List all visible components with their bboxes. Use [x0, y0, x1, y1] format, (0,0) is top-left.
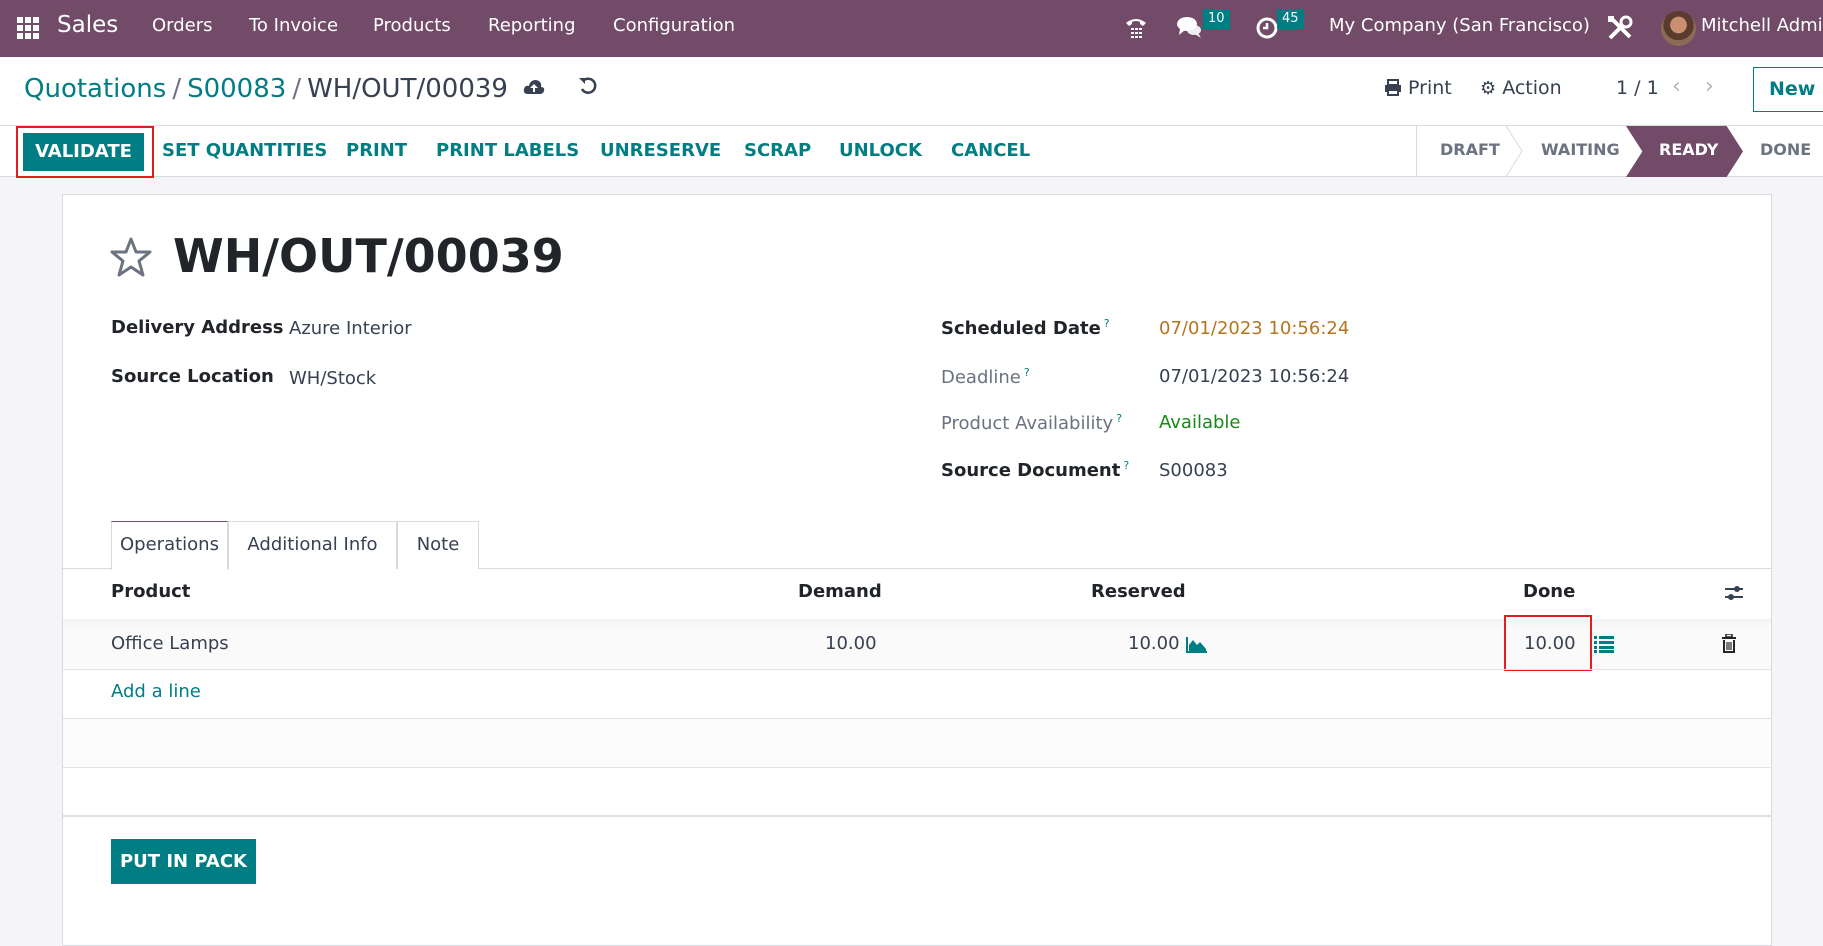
help-tooltip-icon[interactable]: ? [1116, 412, 1122, 425]
highlight-box [16, 126, 154, 178]
action-menu[interactable]: ⚙ Action [1480, 77, 1562, 99]
source-document-label-text: Source Document [941, 460, 1121, 481]
scrap-button[interactable]: SCRAP [744, 140, 811, 161]
help-tooltip-icon[interactable]: ? [1024, 366, 1030, 379]
menu-products[interactable]: Products [373, 15, 451, 36]
deadline-label-text: Deadline [941, 367, 1021, 388]
user-menu[interactable]: Mitchell Admi [1701, 15, 1823, 36]
gear-icon: ⚙ [1480, 78, 1497, 99]
breadcrumb-sale-order[interactable]: S00083 [187, 74, 286, 104]
help-tooltip-icon[interactable]: ? [1104, 317, 1110, 330]
print-menu[interactable]: Print [1384, 77, 1452, 99]
tab-note[interactable]: Note [397, 521, 479, 569]
breadcrumb-separator: / [292, 74, 302, 104]
pager-value[interactable]: 1 / 1 [1616, 77, 1659, 99]
form-statusbar: VALIDATE SET QUANTITIES PRINT PRINT LABE… [0, 125, 1823, 178]
app-name[interactable]: Sales [57, 12, 118, 38]
print-labels-button[interactable]: PRINT LABELS [436, 140, 579, 161]
scheduled-date-label: Scheduled Date? [941, 317, 1110, 339]
column-header-reserved[interactable]: Reserved [1091, 581, 1186, 602]
status-divider [1416, 126, 1417, 177]
star-icon[interactable] [109, 235, 153, 279]
product-availability-label: Product Availability? [941, 412, 1122, 434]
stage-done[interactable]: DONE [1760, 140, 1811, 159]
trash-icon[interactable] [1721, 633, 1737, 657]
row-divider [63, 815, 1771, 817]
pager-next-icon[interactable]: › [1705, 74, 1714, 99]
stage-separator [1505, 126, 1523, 177]
menu-orders[interactable]: Orders [152, 15, 213, 36]
deadline-label: Deadline? [941, 366, 1030, 388]
source-document-value[interactable]: S00083 [1159, 460, 1228, 481]
stage-ready[interactable]: READY [1659, 140, 1718, 159]
menu-configuration[interactable]: Configuration [613, 15, 735, 36]
messages-icon[interactable] [1176, 14, 1204, 42]
top-navbar: Sales Orders To Invoice Products Reporti… [0, 0, 1823, 57]
pager-previous-icon[interactable]: ‹ [1672, 74, 1681, 99]
activities-badge: 45 [1277, 9, 1304, 29]
product-availability-label-text: Product Availability [941, 413, 1114, 434]
menu-reporting[interactable]: Reporting [488, 15, 576, 36]
stage-waiting[interactable]: WAITING [1541, 140, 1620, 159]
stage-draft[interactable]: DRAFT [1440, 140, 1500, 159]
control-panel: Quotations / S00083/WH/OUT/00039 Print ⚙ A… [0, 57, 1823, 125]
breadcrumb: Quotations / S00083/WH/OUT/00039 [24, 74, 508, 104]
messages-badge: 10 [1203, 9, 1230, 29]
help-tooltip-icon[interactable]: ? [1123, 459, 1129, 472]
forecast-chart-icon[interactable] [1186, 636, 1208, 657]
put-in-pack-button[interactable]: PUT IN PACK [111, 839, 256, 884]
cell-reserved: 10.00 [1128, 633, 1180, 654]
print-button[interactable]: PRINT [346, 140, 407, 161]
cell-product[interactable]: Office Lamps [111, 633, 229, 654]
debug-tools-icon[interactable] [1606, 14, 1634, 42]
cell-demand[interactable]: 10.00 [825, 633, 877, 654]
menu-to-invoice[interactable]: To Invoice [249, 15, 338, 36]
unlock-button[interactable]: UNLOCK [839, 140, 922, 161]
optional-columns-toggle-icon[interactable] [1723, 583, 1745, 607]
highlight-box [1504, 615, 1592, 671]
notebook-tabs: Operations Additional Info Note [63, 521, 1771, 570]
column-header-demand[interactable]: Demand [798, 581, 882, 602]
save-cloud-icon[interactable] [523, 77, 545, 99]
scheduled-date-label-text: Scheduled Date [941, 318, 1101, 339]
cancel-button[interactable]: CANCEL [951, 140, 1030, 161]
print-menu-label: Print [1408, 77, 1452, 99]
set-quantities-button[interactable]: SET QUANTITIES [162, 140, 327, 161]
printer-icon [1385, 79, 1401, 96]
action-menu-label: Action [1502, 77, 1562, 99]
add-a-line-link[interactable]: Add a line [111, 681, 201, 702]
company-switcher[interactable]: My Company (San Francisco) [1329, 15, 1590, 36]
column-header-done[interactable]: Done [1523, 581, 1575, 602]
empty-row [63, 719, 1771, 767]
unreserve-button[interactable]: UNRESERVE [600, 140, 721, 161]
breadcrumb-quotations[interactable]: Quotations [24, 74, 166, 104]
form-sheet: WH/OUT/00039 Delivery Address Azure Inte… [62, 194, 1772, 946]
tab-additional-info[interactable]: Additional Info [228, 521, 397, 569]
scheduled-date-value[interactable]: 07/01/2023 10:56:24 [1159, 318, 1349, 339]
user-avatar[interactable] [1661, 11, 1696, 46]
breadcrumb-separator: / [172, 74, 182, 104]
breadcrumb-current: WH/OUT/00039 [307, 74, 508, 104]
discard-changes-icon[interactable] [577, 75, 599, 99]
column-header-product[interactable]: Product [111, 581, 190, 602]
new-button[interactable]: New [1753, 67, 1823, 112]
detailed-operations-list-icon[interactable] [1594, 636, 1614, 657]
row-divider [63, 669, 1771, 670]
deadline-value[interactable]: 07/01/2023 10:56:24 [1159, 366, 1349, 387]
product-availability-value: Available [1159, 412, 1241, 433]
source-location-value[interactable]: WH/Stock [289, 368, 376, 389]
apps-menu-icon[interactable] [17, 17, 39, 39]
source-location-label: Source Location [111, 366, 274, 387]
phone-icon[interactable] [1122, 14, 1150, 42]
empty-row [63, 768, 1771, 816]
delivery-address-value[interactable]: Azure Interior [289, 318, 412, 339]
tab-operations[interactable]: Operations [111, 521, 228, 570]
source-document-label: Source Document? [941, 459, 1129, 481]
delivery-address-label: Delivery Address [111, 317, 284, 338]
record-title: WH/OUT/00039 [173, 229, 564, 283]
